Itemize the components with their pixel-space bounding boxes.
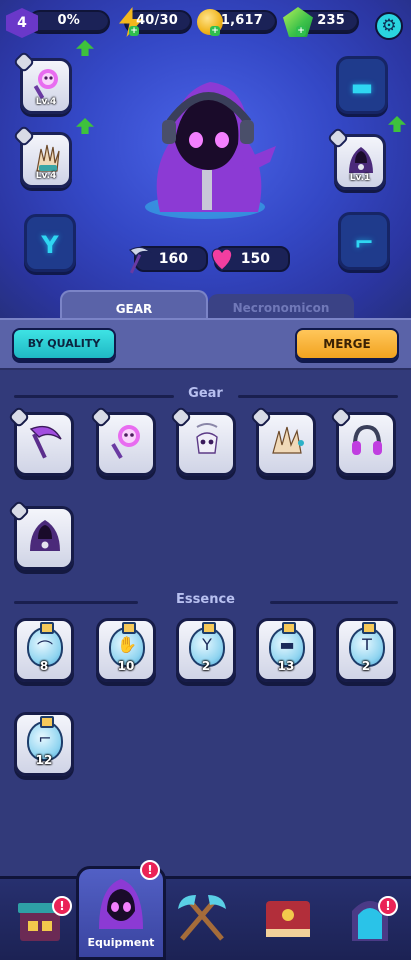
attack-stat: 160	[128, 246, 208, 274]
attack-value: 160	[158, 251, 188, 267]
hooded-hero-character[interactable]	[130, 62, 280, 222]
equipped-boots-slot[interactable]: ⌐	[338, 212, 390, 270]
equipped-hat-slot[interactable]: ▬	[336, 56, 388, 114]
equipment-screen: 0% 4 + 40/30 + 1,617 + 235 ⚙ Lv.4 Lv.4 Y…	[0, 0, 411, 960]
cloak-upgrade-arrow-icon	[388, 116, 406, 132]
cloak-level: Lv.1	[349, 173, 371, 183]
shirt-glyph-icon: T	[362, 635, 372, 654]
gem-value: 235	[317, 13, 345, 28]
energy-value: 40/30	[136, 13, 178, 28]
equipment-alert-badge: !	[140, 860, 160, 880]
headphones-icon	[352, 424, 382, 455]
essence-count: 10	[117, 659, 135, 673]
gear-item[interactable]	[249, 405, 316, 476]
scythe-icon	[29, 425, 62, 459]
scythe-attack-icon	[128, 246, 152, 274]
heart-icon	[211, 248, 233, 271]
gear-item[interactable]	[89, 405, 156, 476]
top-hat-icon: ▬	[350, 73, 374, 101]
skull-staff-icon	[111, 425, 140, 459]
inventory-toolbar: BY QUALITY MERGE	[0, 318, 411, 368]
equipped-weapon-slot[interactable]: Lv.4	[12, 50, 72, 114]
necklace-icon: Y	[41, 231, 59, 259]
spellbook-icon[interactable]	[258, 889, 318, 949]
portal-alert-badge: !	[378, 896, 398, 916]
coin-value: 1,617	[220, 13, 263, 28]
hero-panel: 0% 4 + 40/30 + 1,617 + 235 ⚙ Lv.4 Lv.4 Y…	[0, 0, 411, 318]
coin-plus-icon[interactable]: +	[210, 26, 220, 36]
essence-item[interactable]: ✋ 10	[96, 618, 156, 682]
xp-percent: 0%	[57, 13, 80, 28]
hooded-cloak-icon	[30, 520, 60, 551]
essence-heading: Essence	[176, 592, 235, 607]
top-hud: 0% 4 + 40/30 + 1,617 + 235 ⚙	[0, 6, 411, 40]
essence-item[interactable]: ▬ 13	[256, 618, 316, 682]
essence-item[interactable]: Y 2	[176, 618, 236, 682]
gear-heading: Gear	[188, 386, 223, 401]
gear-item[interactable]	[169, 405, 236, 476]
essence-section-header: Essence	[0, 592, 411, 612]
energy-counter[interactable]: + 40/30	[119, 7, 192, 37]
boot-glyph-icon: ⌐	[38, 729, 52, 748]
gear-icon: ⚙	[381, 16, 397, 36]
settings-button[interactable]: ⚙	[375, 12, 403, 40]
gem-plus-icon[interactable]: +	[296, 26, 306, 36]
essence-count: 13	[277, 659, 295, 673]
merge-button[interactable]: MERGE	[295, 328, 399, 360]
weapon-level: Lv.4	[35, 97, 57, 107]
crossed-axes-icon[interactable]	[172, 889, 232, 949]
coin-counter[interactable]: + 1,617	[197, 9, 277, 36]
scythe-glyph-icon: ⌒	[36, 639, 53, 658]
weapon-upgrade-arrow-icon	[76, 40, 94, 56]
essence-count: 2	[361, 659, 371, 673]
health-stat: 150	[211, 246, 290, 272]
health-value: 150	[240, 251, 270, 267]
equipped-cloak-slot[interactable]: Lv.1	[326, 126, 386, 190]
essence-count: 2	[201, 659, 211, 673]
essence-item[interactable]: ⌐ 12	[14, 712, 74, 776]
gloves-upgrade-arrow-icon	[76, 118, 94, 134]
hat-glyph-icon: ▬	[279, 635, 295, 654]
essence-item[interactable]: T 2	[336, 618, 396, 682]
equipped-gloves-slot[interactable]: Lv.4	[12, 124, 72, 188]
gear-item[interactable]	[329, 405, 396, 476]
inventory-panel: Gear Essence ⌒ 8 ✋ 10 Y 2 ▬ 13 T 2 ⌐ 12	[0, 370, 411, 876]
gem-counter[interactable]: + 235	[283, 7, 359, 37]
gear-item[interactable]	[7, 405, 74, 476]
xp-bar[interactable]: 0%	[28, 10, 110, 34]
nav-equipment-label: Equipment	[87, 936, 155, 949]
essence-count: 8	[39, 659, 49, 673]
equipped-necklace-slot[interactable]: Y	[24, 214, 76, 272]
bottom-nav	[0, 876, 411, 960]
glove-glyph-icon: ✋	[117, 635, 137, 654]
scythe-staff-icon	[33, 69, 58, 99]
bone-claw-icon	[272, 426, 304, 454]
shop-alert-badge: !	[52, 896, 72, 916]
gear-section-header: Gear	[0, 386, 411, 406]
essence-item[interactable]: ⌒ 8	[14, 618, 74, 682]
boot-icon: ⌐	[353, 229, 375, 257]
skull-amulet-icon	[196, 423, 218, 454]
essence-count: 12	[35, 753, 53, 767]
necklace-glyph-icon: Y	[202, 635, 212, 654]
claw-glove-icon	[36, 144, 60, 172]
gloves-level: Lv.4	[35, 171, 57, 181]
sort-by-quality-button[interactable]: BY QUALITY	[12, 328, 116, 360]
hooded-hero-icon	[99, 879, 143, 929]
gear-item[interactable]	[7, 499, 74, 570]
hooded-cloak-icon	[349, 147, 373, 173]
